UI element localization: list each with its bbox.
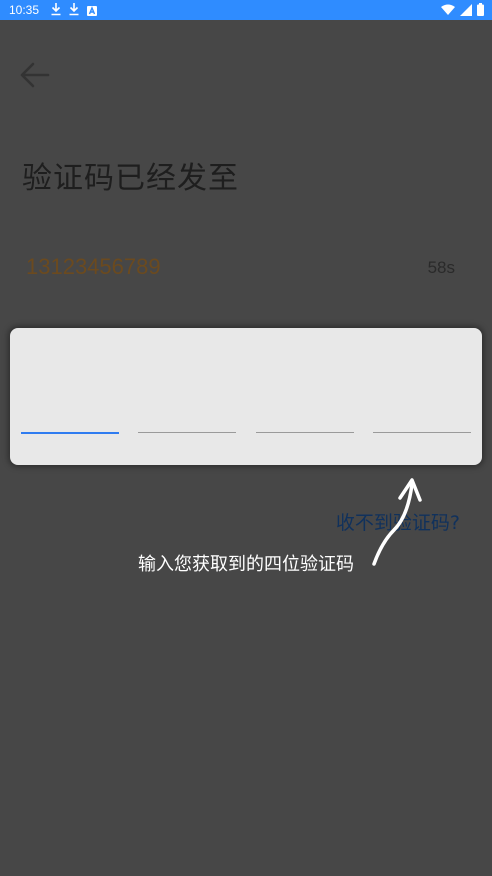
- a-icon: [87, 6, 97, 16]
- status-time: 10:35: [9, 3, 40, 17]
- wifi-icon: [441, 4, 455, 15]
- status-bar: 10:35: [0, 0, 492, 20]
- code-input-panel[interactable]: [10, 328, 482, 465]
- battery-icon: [477, 3, 484, 16]
- code-slot-1[interactable]: [21, 432, 119, 434]
- phone-number: 13123456789: [26, 254, 161, 279]
- arrow-left-icon[interactable]: [18, 60, 52, 90]
- code-slot-4[interactable]: [373, 432, 471, 433]
- guide-hint-text: 输入您获取到的四位验证码: [138, 554, 354, 575]
- countdown-timer: 58s: [427, 258, 455, 277]
- signal-icon: [460, 3, 472, 16]
- code-slot-3[interactable]: [256, 432, 354, 433]
- download-icon: [51, 3, 61, 16]
- download-icon: [69, 3, 79, 16]
- verification-screen: 验证码已经发至 13123456789 58s 收不到验证码? 输入您获取到的四…: [0, 20, 492, 876]
- code-slot-2[interactable]: [138, 432, 236, 433]
- page-title: 验证码已经发至: [22, 161, 239, 196]
